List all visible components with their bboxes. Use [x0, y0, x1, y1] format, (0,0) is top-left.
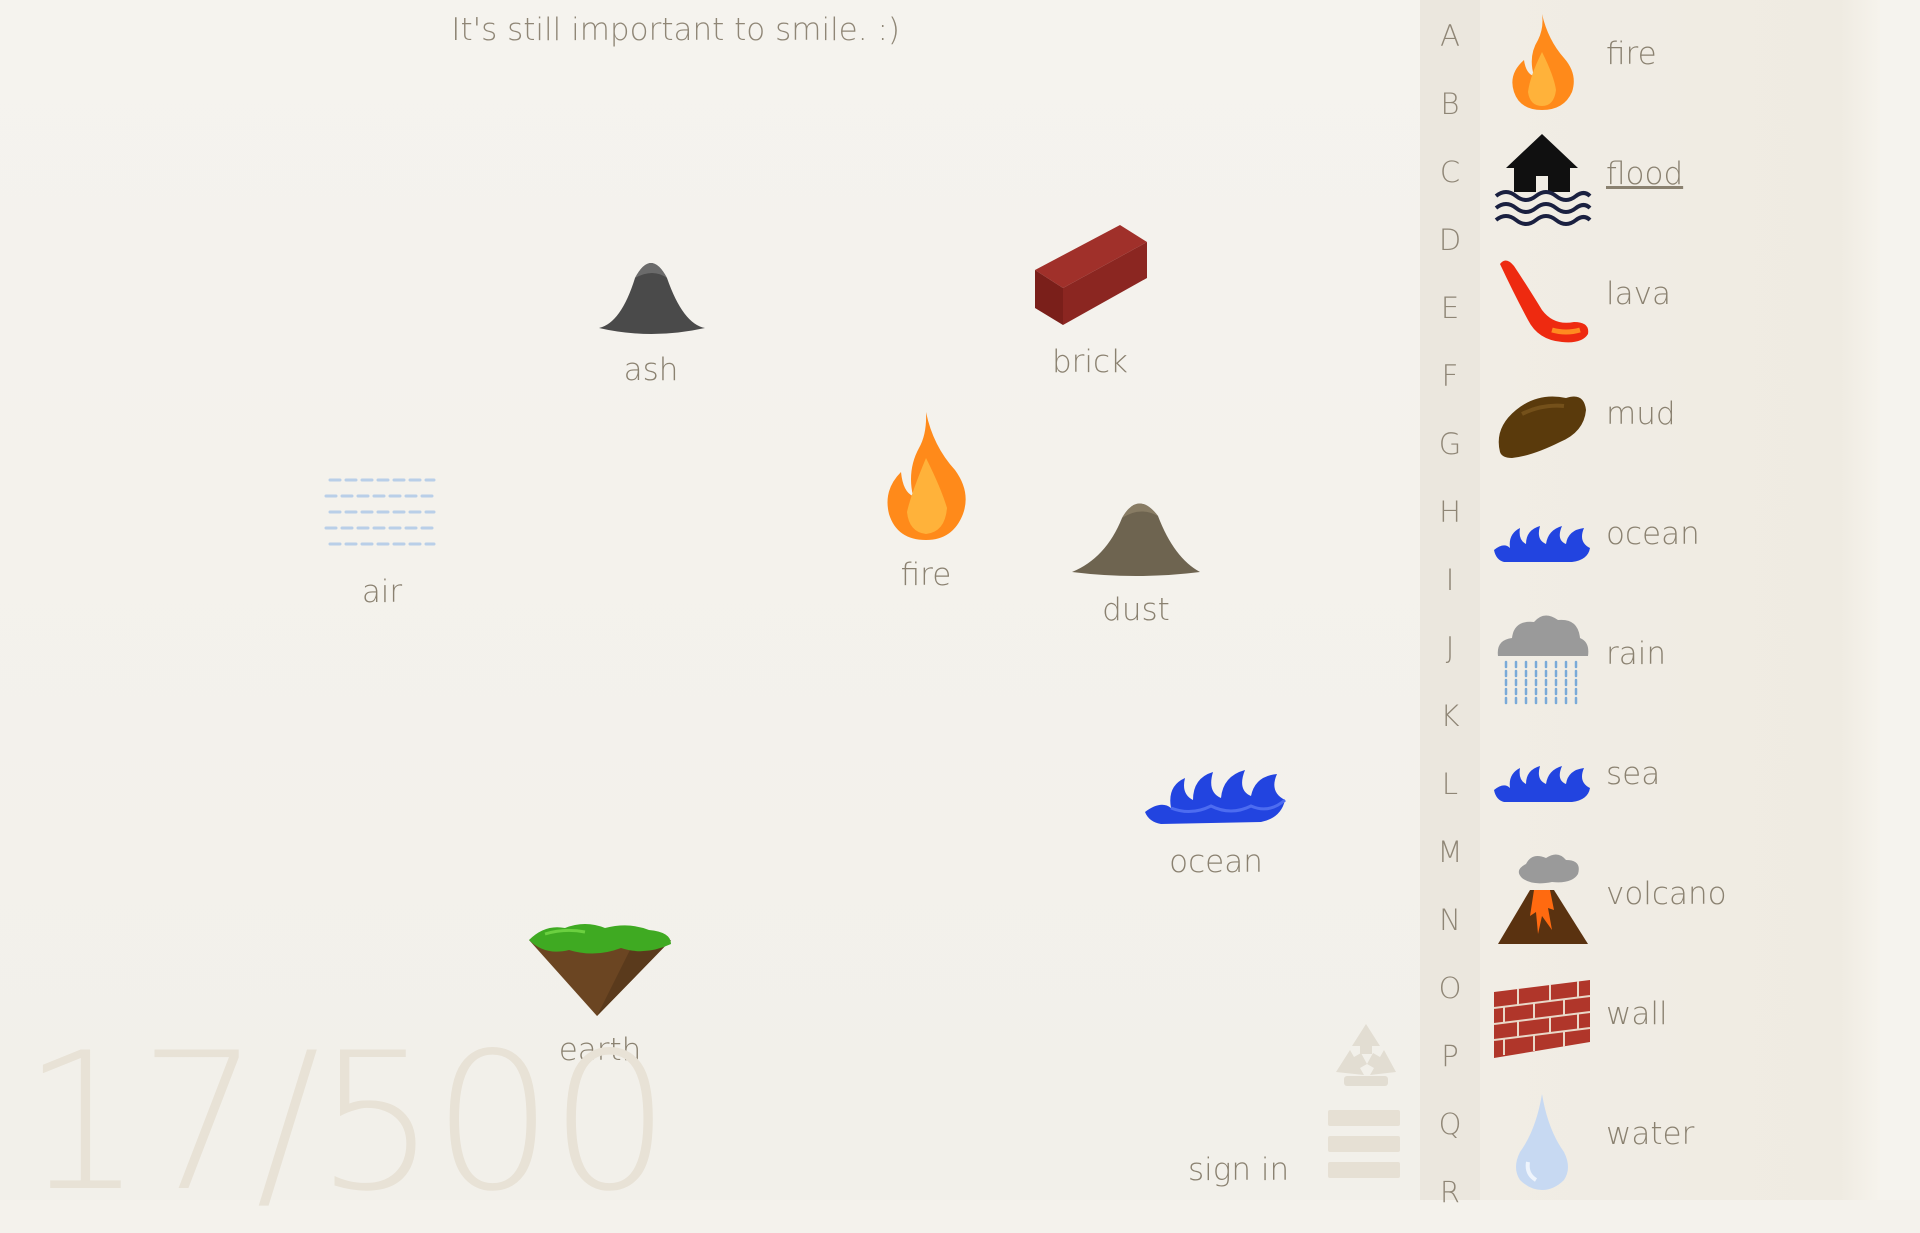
ocean-icon: [1494, 526, 1590, 562]
alpha-letter-o[interactable]: O: [1420, 954, 1480, 1022]
alpha-letter-e[interactable]: E: [1420, 274, 1480, 342]
list-item-sea[interactable]: sea: [1492, 720, 1872, 840]
list-item-volcano[interactable]: volcano: [1492, 840, 1872, 960]
alpha-letter-c[interactable]: C: [1420, 138, 1480, 206]
list-item-label: fire: [1606, 36, 1657, 72]
menu-icon[interactable]: [1328, 1108, 1400, 1180]
alpha-letter-f[interactable]: F: [1420, 342, 1480, 410]
alpha-letter-m[interactable]: M: [1420, 818, 1480, 886]
list-item-label: water: [1606, 1116, 1695, 1152]
ocean-icon: [1145, 770, 1286, 824]
alphabet-index: ABCDEFGHIJKLMNOPQR: [1420, 0, 1480, 1209]
element-label: ash: [623, 352, 679, 388]
element-counter: 17/500: [22, 1012, 670, 1233]
air-icon: [324, 478, 440, 546]
fire-icon: [1512, 14, 1574, 110]
list-item-lava[interactable]: lava: [1492, 240, 1872, 360]
list-item-label: lava: [1606, 276, 1671, 312]
list-item-ocean[interactable]: ocean: [1492, 480, 1872, 600]
alpha-letter-j[interactable]: J: [1420, 614, 1480, 682]
element-ocean[interactable]: ocean: [1116, 760, 1316, 880]
alpha-letter-d[interactable]: D: [1420, 206, 1480, 274]
list-item-label: mud: [1606, 396, 1676, 432]
workspace[interactable]: It's still important to smile. :) ash br…: [0, 0, 1420, 1218]
element-brick[interactable]: brick: [990, 220, 1190, 380]
wall-icon: [1493, 980, 1591, 1058]
mud-icon: [1498, 396, 1586, 458]
alpha-letter-p[interactable]: P: [1420, 1022, 1480, 1090]
alpha-letter-b[interactable]: B: [1420, 70, 1480, 138]
element-label: brick: [1051, 344, 1129, 380]
list-item-label: wall: [1606, 996, 1668, 1032]
flood-icon: [1494, 134, 1592, 226]
alpha-letter-q[interactable]: Q: [1420, 1090, 1480, 1158]
list-item-label: volcano: [1606, 876, 1727, 912]
brick-icon: [1035, 225, 1147, 325]
rain-icon: [1497, 615, 1589, 708]
element-label: fire: [900, 557, 952, 593]
tip-text: It's still important to smile. :): [451, 12, 900, 48]
element-air[interactable]: air: [282, 470, 482, 610]
list-item-water[interactable]: water: [1492, 1080, 1872, 1200]
element-label: dust: [1102, 592, 1170, 628]
alpha-letter-h[interactable]: H: [1420, 478, 1480, 546]
alpha-letter-g[interactable]: G: [1420, 410, 1480, 478]
alpha-letter-k[interactable]: K: [1420, 682, 1480, 750]
alpha-letter-i[interactable]: I: [1420, 546, 1480, 614]
element-label: ocean: [1169, 844, 1263, 880]
element-ash[interactable]: ash: [551, 248, 751, 388]
sea-icon: [1494, 766, 1590, 802]
list-item-rain[interactable]: rain: [1492, 600, 1872, 720]
list-item-mud[interactable]: mud: [1492, 360, 1872, 480]
alpha-letter-l[interactable]: L: [1420, 750, 1480, 818]
list-item-flood[interactable]: flood: [1492, 120, 1872, 240]
alpha-letter-r[interactable]: R: [1420, 1158, 1480, 1226]
element-list[interactable]: fire flood lava mud ocean rain sea volca…: [1480, 0, 1880, 1200]
list-item-label[interactable]: flood: [1606, 156, 1683, 192]
ash-icon: [599, 263, 705, 334]
recycle-icon[interactable]: [1330, 1020, 1402, 1092]
list-item-label: rain: [1606, 636, 1667, 672]
element-fire[interactable]: fire: [826, 408, 1026, 593]
element-dust[interactable]: dust: [1036, 488, 1236, 628]
lava-icon: [1500, 260, 1589, 343]
list-item-fire[interactable]: fire: [1492, 0, 1872, 120]
sign-in-link[interactable]: sign in: [1188, 1152, 1289, 1188]
list-item-label: ocean: [1606, 516, 1700, 552]
list-item-wall[interactable]: wall: [1492, 960, 1872, 1080]
element-label: air: [361, 574, 403, 610]
list-item-label: sea: [1606, 756, 1661, 792]
right-edge: [1880, 0, 1920, 1200]
dust-icon: [1072, 503, 1200, 576]
water-icon: [1516, 1094, 1568, 1190]
fire-icon: [887, 412, 966, 540]
earth-icon: [529, 924, 671, 1016]
volcano-icon: [1498, 854, 1588, 944]
alpha-letter-a[interactable]: A: [1420, 2, 1480, 70]
alpha-letter-n[interactable]: N: [1420, 886, 1480, 954]
